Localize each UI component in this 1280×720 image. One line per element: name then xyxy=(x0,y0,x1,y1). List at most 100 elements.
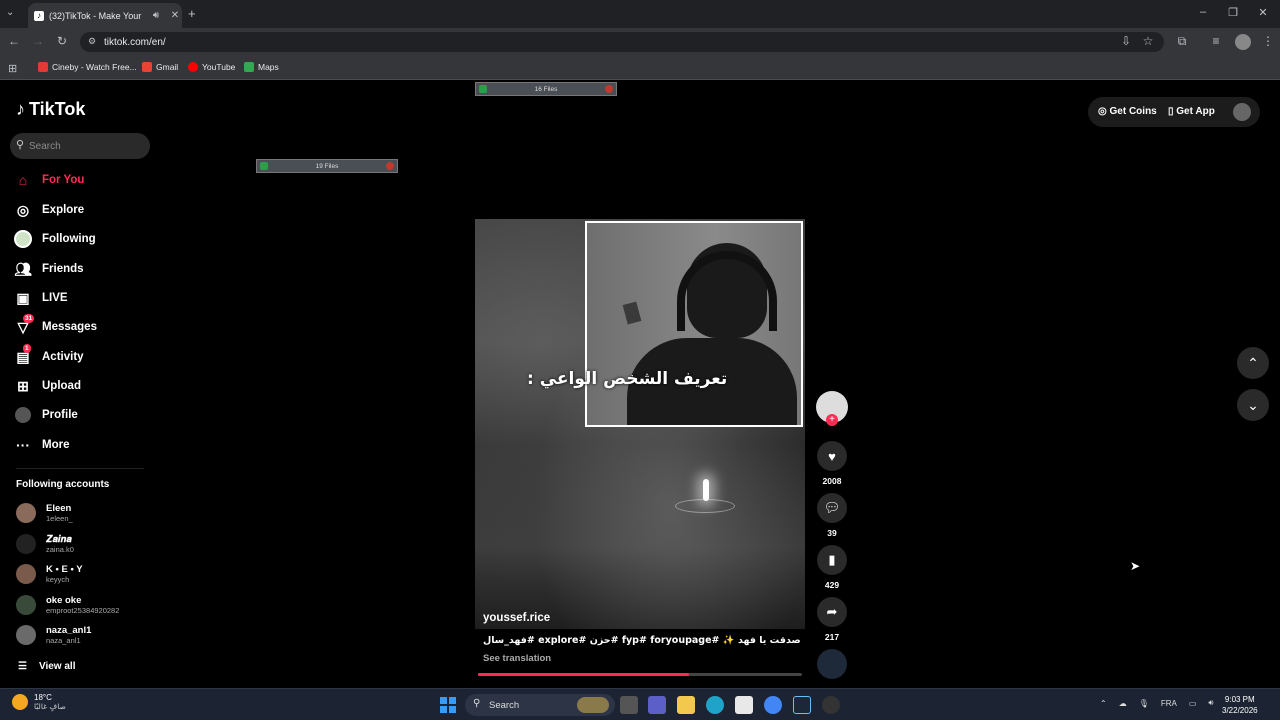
bookmark-cineby[interactable]: Cineby - Watch Free... xyxy=(38,62,137,72)
nav-more[interactable]: ··· More xyxy=(14,434,69,456)
get-app-button[interactable]: ▯ Get App xyxy=(1168,106,1215,117)
display-icon[interactable]: ▭ xyxy=(1189,699,1197,708)
share-button[interactable]: ➦ xyxy=(817,597,847,627)
following-accounts-heading: Following accounts xyxy=(16,479,110,490)
video-player[interactable]: تعريف الشخص الواعي : xyxy=(475,219,805,629)
video-author[interactable]: youssef.rice xyxy=(483,612,550,624)
files-close-icon[interactable] xyxy=(386,162,394,170)
bookmark-star-icon[interactable]: ☆ xyxy=(1140,34,1156,48)
sidebar-divider xyxy=(16,468,144,469)
store-icon[interactable] xyxy=(735,696,753,714)
files-overlay-left[interactable]: 19 Files xyxy=(256,159,398,173)
nav-explore[interactable]: ◎ Explore xyxy=(14,199,84,221)
see-translation-link[interactable]: See translation xyxy=(483,653,551,664)
browser-tab[interactable]: ♪ (32)TikTok - Make Your Day 🔊︎ ✕ xyxy=(28,3,182,28)
close-window-icon[interactable]: ✕ xyxy=(1256,6,1270,19)
tiktok-logo[interactable]: ♪ TikTok xyxy=(16,99,85,120)
next-video-button[interactable]: ⌄ xyxy=(1237,389,1269,421)
activity-badge: 1 xyxy=(23,344,31,353)
menu-icon[interactable]: ⋮ xyxy=(1260,34,1276,48)
site-info-icon[interactable]: ⚙ xyxy=(88,36,96,47)
chevron-down-icon: ⌄ xyxy=(1247,396,1259,413)
steam-icon[interactable] xyxy=(793,696,811,714)
back-icon[interactable]: ← xyxy=(6,34,22,48)
account-item[interactable]: oke oke emproot25384920282 xyxy=(16,595,119,615)
bookmark-youtube[interactable]: YouTube xyxy=(188,62,235,72)
tiktok-note-icon: ♪ xyxy=(16,99,25,119)
tab-search-icon[interactable]: ⌄ xyxy=(6,7,14,18)
taskbar-search[interactable]: ⚲ Search xyxy=(465,694,615,716)
account-item[interactable]: 𝒁𝒂𝒊𝒏𝒂 zaina.k0 xyxy=(16,534,74,554)
new-tab-icon[interactable]: + xyxy=(188,6,196,21)
onedrive-icon[interactable]: ☁ xyxy=(1119,699,1127,708)
chrome-icon[interactable] xyxy=(764,696,782,714)
nav-following[interactable]: Following xyxy=(14,228,96,250)
files-overlay-top[interactable]: 16 Files xyxy=(475,82,617,96)
tray-chevron-icon[interactable]: ⌃ xyxy=(1100,699,1107,708)
task-view-icon[interactable] xyxy=(620,696,638,714)
mic-icon[interactable]: 🎙︎ xyxy=(1139,699,1149,708)
bookmark-gmail[interactable]: Gmail xyxy=(142,62,178,72)
files-icon xyxy=(479,85,487,93)
nav-upload[interactable]: ⊞ Upload xyxy=(14,375,81,397)
audio-icon[interactable]: 🔊︎ xyxy=(149,10,163,21)
like-button[interactable]: ♥ xyxy=(817,441,847,471)
maps-icon xyxy=(244,62,254,72)
save-button[interactable]: ▮ xyxy=(817,545,847,575)
file-explorer-icon[interactable] xyxy=(677,696,695,714)
volume-icon[interactable]: 🔊︎ xyxy=(1208,698,1213,708)
teams-icon[interactable] xyxy=(648,696,666,714)
files-close-icon[interactable] xyxy=(605,85,613,93)
nav-for-you[interactable]: ⌂ For You xyxy=(14,169,85,191)
view-all-link[interactable]: ☰ View all xyxy=(18,661,75,672)
share-count: 217 xyxy=(824,632,840,642)
bookmark-maps[interactable]: Maps xyxy=(244,62,279,72)
search-icon: ⚲ xyxy=(16,139,25,151)
video-caption: فهد_سال# explore# حزن# fyp# foryoupage# … xyxy=(483,635,801,646)
taskbar-clock[interactable]: 9:03 PM 3/22/2026 xyxy=(1222,694,1258,716)
minimize-icon[interactable]: – xyxy=(1196,6,1210,18)
avatar xyxy=(16,595,36,615)
account-item[interactable]: Eleen 1eleen_ xyxy=(16,503,73,523)
video-progress-bar[interactable] xyxy=(478,673,802,676)
get-coins-button[interactable]: ◎ Get Coins xyxy=(1098,106,1157,117)
cineby-icon xyxy=(38,62,48,72)
extensions-icon[interactable]: ⧉ xyxy=(1174,34,1190,49)
nav-friends[interactable]: 👥︎ Friends xyxy=(14,258,83,280)
nav-profile[interactable]: Profile xyxy=(14,404,78,426)
previous-video-button[interactable]: ⌃ xyxy=(1237,347,1269,379)
follow-plus-icon[interactable]: + xyxy=(826,414,838,426)
edge-icon[interactable] xyxy=(706,696,724,714)
install-app-icon[interactable]: ⇩ xyxy=(1118,34,1134,48)
tab-title: (32)TikTok - Make Your Day xyxy=(49,10,144,21)
weather-widget[interactable]: 18°C صافٍ غالبًا xyxy=(12,693,66,711)
avatar xyxy=(16,564,36,584)
language-indicator[interactable]: FRA xyxy=(1161,699,1177,708)
apps-icon[interactable]: ⊞ xyxy=(8,62,17,75)
upload-icon: ⊞ xyxy=(17,377,29,394)
music-disc-icon[interactable] xyxy=(817,649,847,679)
media-control-icon[interactable]: ≡ xyxy=(1208,34,1224,48)
reload-icon[interactable]: ↻ xyxy=(54,34,70,48)
account-item[interactable]: naza_anl1 naza_anl1 xyxy=(16,625,91,645)
user-avatar[interactable] xyxy=(1233,103,1251,121)
comment-button[interactable]: 💬︎ xyxy=(817,493,847,523)
nav-live[interactable]: ▣ LIVE xyxy=(14,287,67,309)
comment-icon: 💬︎ xyxy=(823,500,841,515)
forward-icon[interactable]: → xyxy=(30,34,46,48)
search-icon: ⚲ xyxy=(473,698,481,709)
windows-start-icon[interactable] xyxy=(440,697,456,713)
app-icon[interactable] xyxy=(822,696,840,714)
system-tray: ⌃ ☁ 🎙︎ FRA ▭ 🔊︎ xyxy=(1100,698,1213,708)
profile-avatar-icon[interactable] xyxy=(1235,34,1251,50)
nav-activity[interactable]: ▤ 1 Activity xyxy=(14,344,84,368)
search-input[interactable]: ⚲ Search xyxy=(10,133,150,159)
restore-icon[interactable]: ❐ xyxy=(1226,6,1240,19)
tab-close-icon[interactable]: ✕ xyxy=(168,10,182,21)
nav-messages[interactable]: ▽ 31 Messages xyxy=(14,314,97,338)
search-highlight-icon xyxy=(577,697,609,713)
address-bar[interactable]: ⚙ tiktok.com/en/ xyxy=(80,32,1164,52)
browser-toolbar: ← → ↻ ⚙ tiktok.com/en/ ⇩ ☆ ⧉ ≡ ⋮ xyxy=(0,28,1280,56)
account-item[interactable]: K • E • Ykeyych xyxy=(16,564,83,584)
video-inset xyxy=(585,221,803,427)
